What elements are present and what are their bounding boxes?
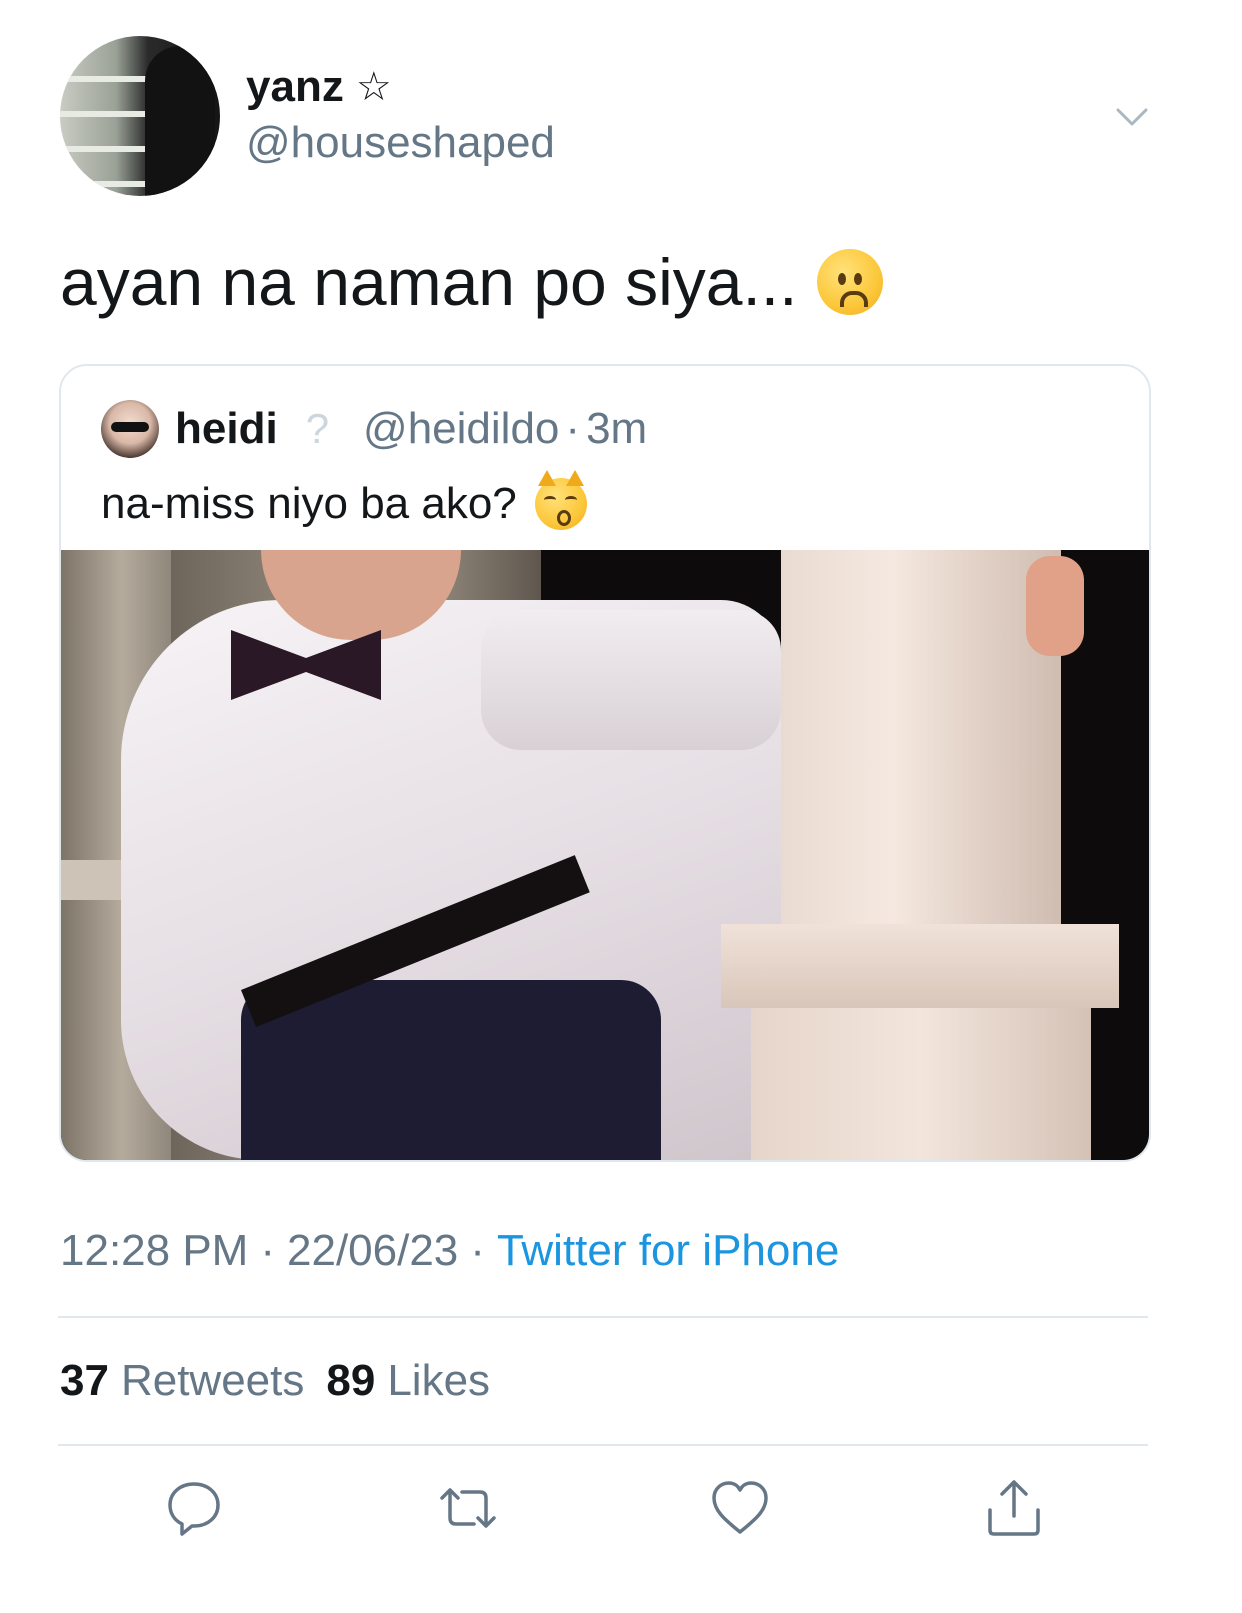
divider [58, 1316, 1148, 1318]
retweets-count[interactable]: 37 [60, 1356, 109, 1406]
quoted-tweet-photo[interactable] [61, 550, 1149, 1160]
quoted-separator: · [565, 404, 581, 453]
quoted-tweet-card[interactable]: heidi ? @heidildo · 3m na-miss niyo ba a… [59, 364, 1151, 1162]
meta-separator: · [260, 1226, 275, 1275]
quoted-author-handle: @heidildo [363, 404, 560, 453]
retweets-label[interactable]: Retweets [121, 1356, 304, 1406]
tweet-text: ayan na naman po siya... [60, 244, 884, 320]
quoted-tweet-text: na-miss niyo ba ako? [101, 470, 587, 530]
tweet-date: 22/06/23 [287, 1226, 459, 1275]
quoted-tweet-text-content: na-miss niyo ba ako? [101, 479, 517, 528]
star-icon: ☆ [355, 65, 392, 109]
quoted-author-name: heidi [175, 404, 278, 453]
tweet-stats: 37 Retweets 89 Likes [60, 1356, 490, 1406]
quoted-tweet-header: heidi ? @heidildo · 3m [101, 400, 647, 458]
quoted-tweet-time: 3m [586, 404, 648, 453]
meta-separator-2: · [470, 1226, 485, 1275]
author-name[interactable]: yanz ☆ [246, 62, 392, 112]
like-icon[interactable] [708, 1476, 772, 1540]
share-icon[interactable] [982, 1476, 1046, 1540]
retweet-icon[interactable] [436, 1476, 500, 1540]
divider [58, 1444, 1148, 1446]
tweet-meta: 12:28 PM · 22/06/23 · Twitter for iPhone [60, 1226, 839, 1276]
kissing-cat-emoji-icon [534, 470, 587, 530]
worried-face-emoji-icon [817, 249, 884, 315]
tweet-text-content: ayan na naman po siya... [60, 245, 798, 319]
author-handle[interactable]: @houseshaped [246, 118, 555, 168]
author-avatar[interactable] [60, 36, 220, 196]
likes-label[interactable]: Likes [387, 1356, 490, 1406]
quoted-author-badge: ? [305, 405, 330, 452]
likes-count[interactable]: 89 [326, 1356, 375, 1406]
chevron-down-icon[interactable] [1112, 96, 1152, 136]
reply-icon[interactable] [162, 1476, 226, 1540]
tweet-time: 12:28 PM [60, 1226, 249, 1275]
author-display-name: yanz [246, 62, 344, 111]
tweet-source-link[interactable]: Twitter for iPhone [497, 1226, 839, 1276]
quoted-author-avatar [101, 400, 159, 458]
